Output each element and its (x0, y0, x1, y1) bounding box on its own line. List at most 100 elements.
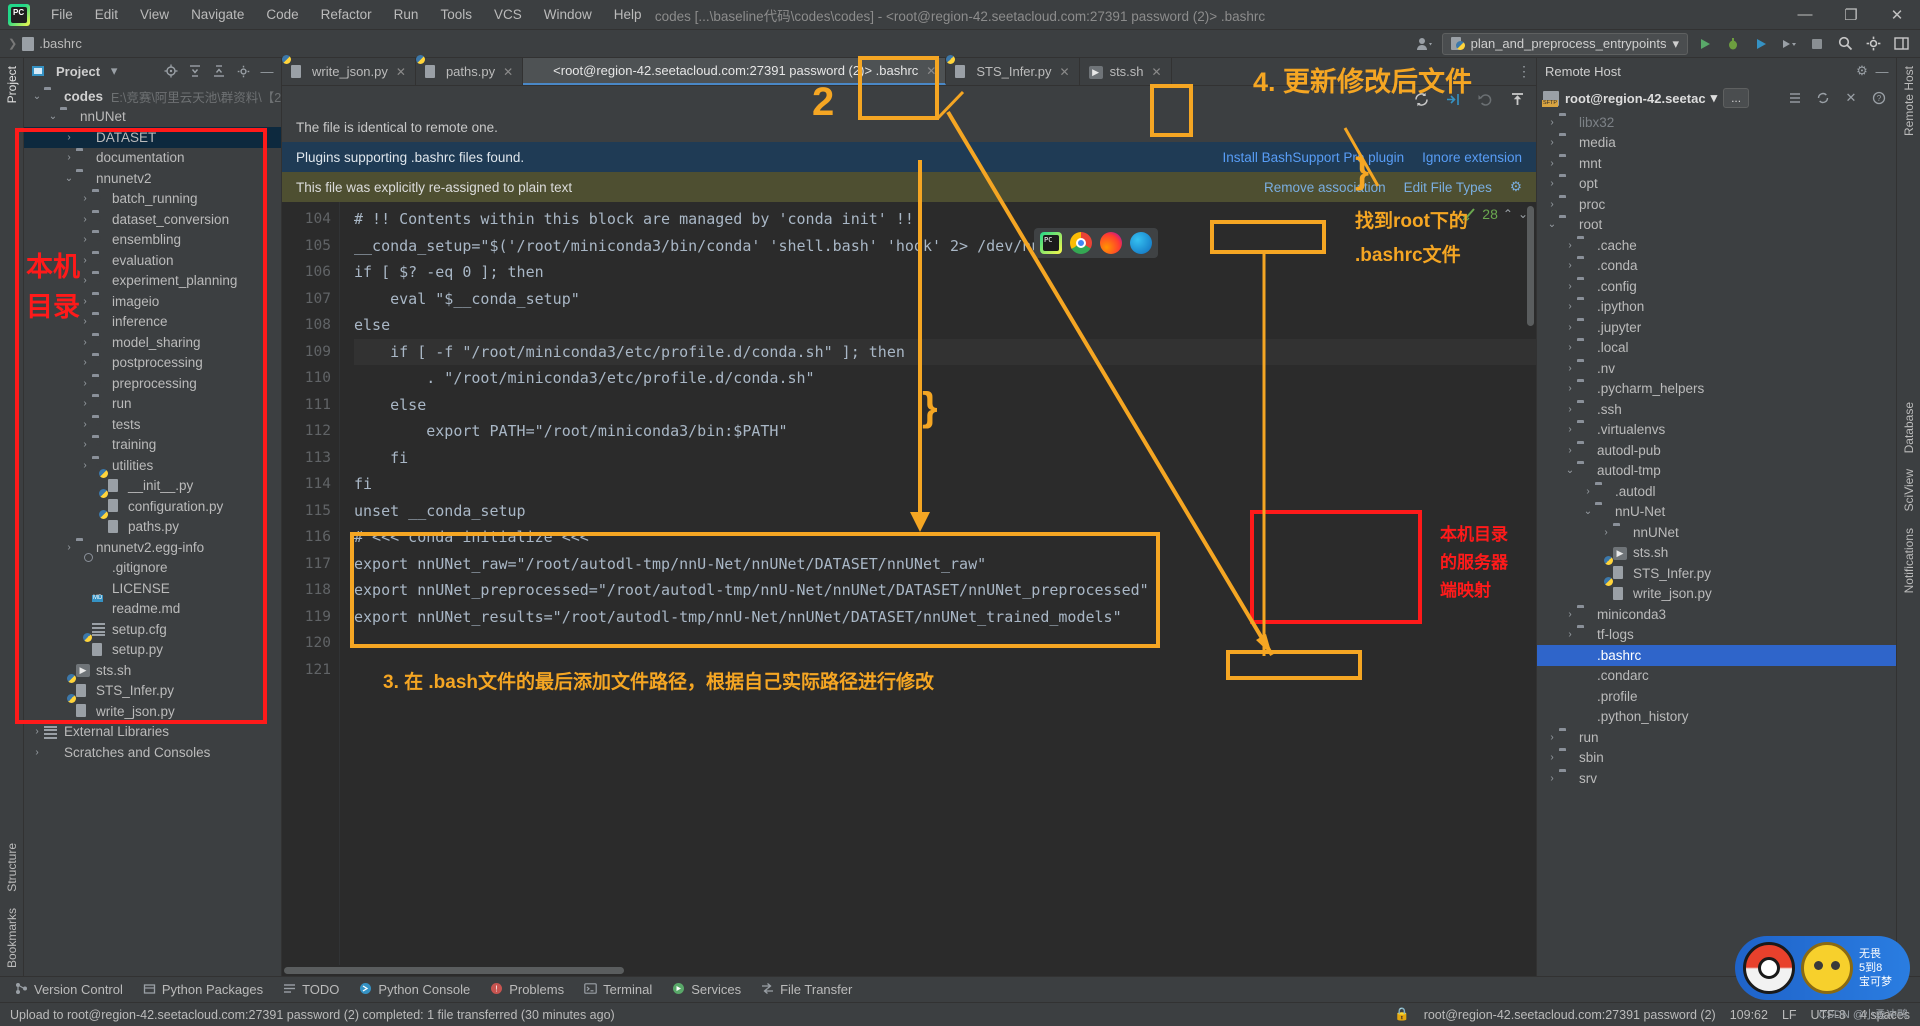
remote-tree-row[interactable]: ›run (1537, 727, 1896, 748)
menu-item-run[interactable]: Run (383, 3, 430, 26)
project-tree-row[interactable]: ⌄nnUNet (24, 107, 281, 128)
tree-toggle-icon[interactable]: › (78, 193, 92, 204)
tree-toggle-icon[interactable]: › (1545, 199, 1559, 210)
tree-toggle-icon[interactable]: › (78, 419, 92, 430)
code-line[interactable]: fi (354, 471, 1536, 498)
tree-toggle-icon[interactable]: › (78, 378, 92, 389)
menu-item-navigate[interactable]: Navigate (180, 3, 255, 26)
project-tree-row[interactable]: LICENSE (24, 578, 281, 599)
tree-toggle-icon[interactable]: › (1563, 404, 1577, 415)
tree-toggle-icon[interactable]: › (78, 460, 92, 471)
help-icon[interactable]: ? (1868, 87, 1890, 109)
chrome-icon[interactable] (1070, 232, 1092, 254)
code-line[interactable]: # <<< conda initialize <<< (354, 524, 1536, 551)
menu-item-file[interactable]: File (40, 3, 84, 26)
remote-tree-row[interactable]: ›.ipython (1537, 297, 1896, 318)
project-tree-row[interactable]: ›dataset_conversion (24, 209, 281, 230)
project-tree-row[interactable]: ›nnunetv2.egg-info (24, 537, 281, 558)
remote-hide-icon[interactable]: — (1872, 61, 1892, 81)
code-line[interactable]: else (354, 392, 1536, 419)
gear-icon[interactable] (1862, 33, 1884, 55)
project-tree-row[interactable]: ›batch_running (24, 189, 281, 210)
remote-tree-row[interactable]: ›media (1537, 133, 1896, 154)
remove-association-link[interactable]: Remove association (1264, 180, 1386, 195)
tree-toggle-icon[interactable]: › (1563, 281, 1577, 292)
tool-window-problems[interactable]: !Problems (481, 980, 573, 1000)
expand-all-icon[interactable] (185, 61, 205, 81)
tree-toggle-icon[interactable]: › (78, 357, 92, 368)
close-tab-icon[interactable]: ✕ (396, 65, 406, 79)
project-tree-row[interactable]: ›run (24, 394, 281, 415)
tree-toggle-icon[interactable]: › (1563, 609, 1577, 620)
tree-toggle-icon[interactable]: › (1563, 260, 1577, 271)
sidebar-item-notifications[interactable]: Notifications (1902, 520, 1916, 601)
sidebar-item-database[interactable]: Database (1902, 394, 1916, 461)
close-tab-icon[interactable]: ✕ (1152, 65, 1162, 79)
status-encoding[interactable]: UTF-8 (1811, 1008, 1846, 1022)
code-line[interactable]: __conda_setup="$('/root/miniconda3/bin/c… (354, 233, 1536, 260)
menu-item-code[interactable]: Code (255, 3, 309, 26)
remote-settings-icon[interactable]: ⚙ (1852, 61, 1872, 81)
code-line[interactable]: fi (354, 445, 1536, 472)
project-settings-icon[interactable] (233, 61, 253, 81)
install-bashsupport-link[interactable]: Install BashSupport Pro plugin (1223, 150, 1405, 165)
tree-toggle-icon[interactable]: › (30, 747, 44, 758)
tool-window-file-transfer[interactable]: File Transfer (752, 980, 861, 1000)
remote-file-tree[interactable]: ›libx32›media›mnt›opt›proc⌄root›.cache›.… (1537, 112, 1896, 976)
diff-icon[interactable] (1442, 88, 1464, 110)
project-tree-row[interactable]: .gitignore (24, 558, 281, 579)
compare-icon[interactable] (1784, 87, 1806, 109)
remote-tree-row[interactable]: ›tf-logs (1537, 625, 1896, 646)
sync-icon[interactable] (1410, 88, 1432, 110)
layout-icon[interactable] (1890, 33, 1912, 55)
remote-tree-row[interactable]: ▶sts.sh (1537, 543, 1896, 564)
remote-tree-row[interactable]: .condarc (1537, 666, 1896, 687)
run-button[interactable] (1694, 33, 1716, 55)
remote-tree-row[interactable]: ›autodl-pub (1537, 440, 1896, 461)
remote-tree-row[interactable]: .python_history (1537, 707, 1896, 728)
remote-tree-row[interactable]: ›.autodl (1537, 481, 1896, 502)
tool-window-python-packages[interactable]: Python Packages (134, 980, 272, 1000)
profile-button[interactable] (1778, 33, 1800, 55)
tree-toggle-icon[interactable]: › (78, 275, 92, 286)
project-tree-row[interactable]: setup.py (24, 640, 281, 661)
remote-tree-row[interactable]: ›.local (1537, 338, 1896, 359)
run-with-coverage-button[interactable] (1750, 33, 1772, 55)
tool-window-todo[interactable]: TODO (274, 980, 348, 1000)
tab-overflow-icon[interactable]: ⋮ (1512, 58, 1536, 85)
locate-icon[interactable] (161, 61, 181, 81)
tree-toggle-icon[interactable]: ⌄ (1581, 506, 1595, 517)
remote-tree-row[interactable]: STS_Infer.py (1537, 563, 1896, 584)
project-tree-row[interactable]: ›ensembling (24, 230, 281, 251)
upload-icon[interactable] (1506, 88, 1528, 110)
remote-tree-row[interactable]: ⌄autodl-tmp (1537, 461, 1896, 482)
editor-vertical-scrollbar[interactable] (1524, 202, 1536, 965)
menu-item-view[interactable]: View (129, 3, 180, 26)
remote-tree-row[interactable]: ›.pycharm_helpers (1537, 379, 1896, 400)
status-line-separator[interactable]: LF (1782, 1008, 1797, 1022)
breadcrumb[interactable]: ❯ .bashrc (8, 36, 82, 51)
remote-tree-row[interactable]: ›.nv (1537, 358, 1896, 379)
remote-tree-row[interactable]: ›srv (1537, 768, 1896, 789)
tree-toggle-icon[interactable]: › (1563, 445, 1577, 456)
editor-tab[interactable]: STS_Infer.py✕ (946, 58, 1079, 85)
remote-tree-row[interactable]: ⌄root (1537, 215, 1896, 236)
code-line[interactable]: if [ $? -eq 0 ]; then (354, 259, 1536, 286)
project-tree-row[interactable]: ›imageio (24, 291, 281, 312)
tool-window-python-console[interactable]: Python Console (350, 980, 479, 1000)
project-tree-row[interactable]: ⌄codesE:\竞赛\阿里云天池\群资料\【20 (24, 86, 281, 107)
status-indent[interactable]: 4 spaces (1860, 1008, 1910, 1022)
tree-toggle-icon[interactable]: ⌄ (1545, 219, 1559, 230)
inspection-widget[interactable]: 28 ⌃ ⌄ (1461, 206, 1528, 222)
debug-button[interactable] (1722, 33, 1744, 55)
tree-toggle-icon[interactable]: › (78, 337, 92, 348)
remote-tree-row[interactable]: ›.virtualenvs (1537, 420, 1896, 441)
close-icon[interactable]: ✕ (1840, 87, 1862, 109)
project-tree-row[interactable]: write_json.py (24, 701, 281, 722)
project-tree-row[interactable]: ⌄nnunetv2 (24, 168, 281, 189)
tree-toggle-icon[interactable]: › (1545, 117, 1559, 128)
tree-toggle-icon[interactable]: › (62, 152, 76, 163)
sidebar-item-structure[interactable]: Structure (5, 835, 19, 900)
tool-window-services[interactable]: Services (663, 980, 750, 1000)
refresh-icon[interactable] (1812, 87, 1834, 109)
